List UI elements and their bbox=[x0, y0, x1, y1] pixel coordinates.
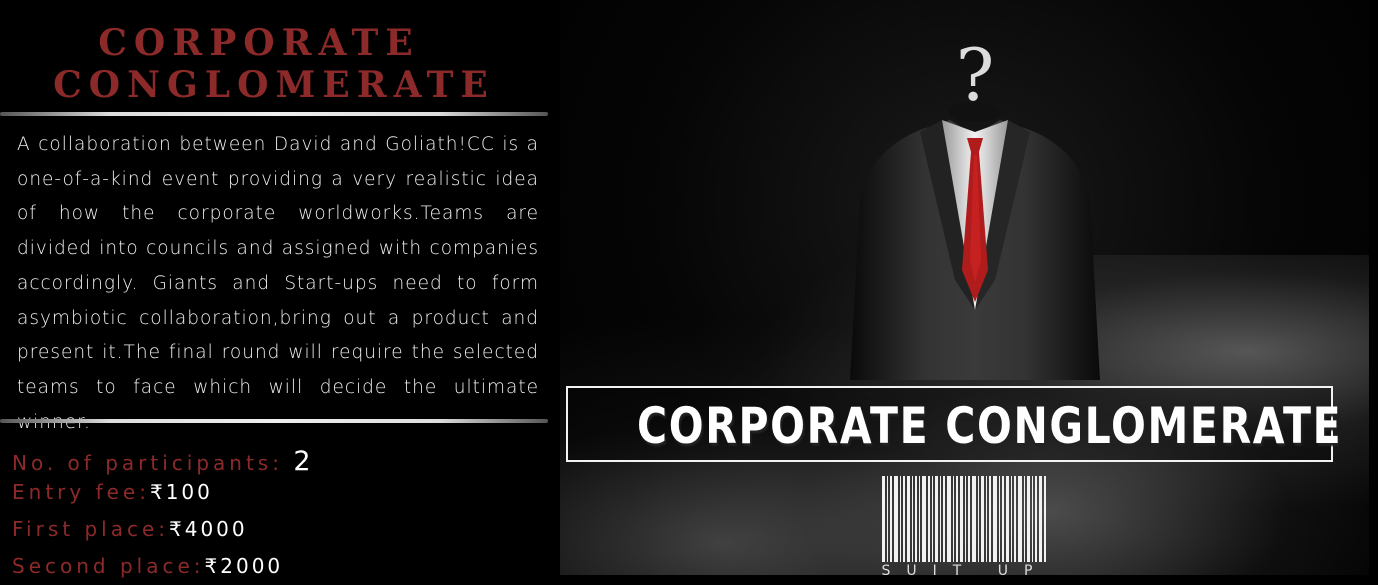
participants-value: 2 bbox=[293, 446, 313, 477]
barcode-graphic bbox=[882, 476, 1046, 562]
faceless-suit-figure: ? bbox=[850, 33, 1100, 380]
event-description: A collaboration between David and Goliat… bbox=[17, 134, 539, 433]
event-title-line1: CORPORATE bbox=[98, 22, 420, 64]
poster-title: CORPORATE CONGLOMERATE bbox=[637, 397, 1343, 455]
entry-fee-info: Entry fee:₹100 bbox=[12, 480, 213, 504]
participants-info: No. of participants: 2 bbox=[12, 446, 313, 477]
second-place-info: Second place:₹2000 bbox=[12, 554, 283, 578]
event-title-line2: CONGLOMERATE bbox=[53, 64, 495, 106]
first-place-info: First place:₹4000 bbox=[12, 517, 248, 541]
entry-fee-value: ₹100 bbox=[149, 480, 213, 504]
event-poster: ? CORPORATE CONGLOMERATE SUIT UP bbox=[560, 0, 1369, 575]
event-info-panel: CORPORATE CONGLOMERATE A collaboration b… bbox=[0, 0, 555, 585]
divider-bottom bbox=[0, 419, 548, 423]
second-place-label: Second place: bbox=[12, 554, 205, 578]
barcode-label: SUIT UP bbox=[881, 563, 1049, 575]
poster-title-box: CORPORATE CONGLOMERATE bbox=[566, 386, 1343, 462]
question-mark-text: ? bbox=[956, 33, 995, 117]
entry-fee-label: Entry fee: bbox=[12, 480, 150, 504]
divider-top bbox=[0, 112, 548, 116]
first-place-value: ₹4000 bbox=[169, 517, 248, 541]
participants-label: No. of participants: bbox=[12, 451, 283, 475]
first-place-label: First place: bbox=[12, 517, 169, 541]
second-place-value: ₹2000 bbox=[204, 554, 284, 578]
